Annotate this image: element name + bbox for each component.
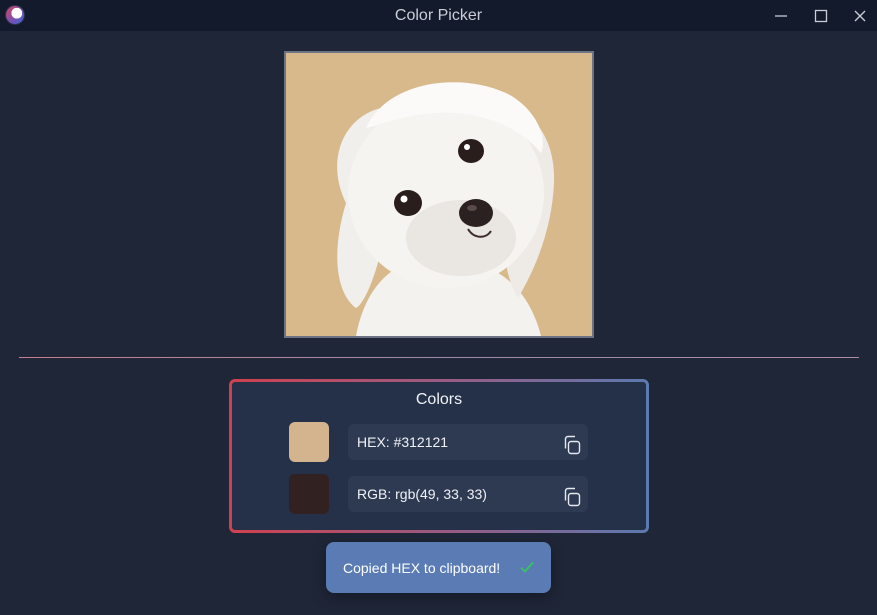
source-image[interactable] — [284, 51, 594, 338]
maximize-button[interactable] — [801, 0, 841, 31]
maximize-icon — [814, 9, 828, 22]
minimize-icon — [775, 14, 787, 17]
colors-panel: Colors HEX: #312121 RGB: rgb(49, 33, 33) — [229, 379, 649, 533]
colors-panel-title: Colors — [415, 391, 463, 408]
secondary-color-swatch[interactable] — [289, 474, 329, 514]
copy-icon — [564, 487, 581, 507]
hex-value-label: HEX: #312121 — [357, 434, 449, 450]
window-title: Color Picker — [394, 7, 483, 24]
minimize-button[interactable] — [761, 0, 801, 31]
close-button[interactable] — [840, 0, 877, 31]
title-bar: Color Picker — [0, 0, 877, 31]
close-icon — [854, 10, 866, 21]
primary-color-swatch[interactable] — [289, 422, 329, 462]
copy-hex-button[interactable] — [562, 432, 582, 455]
rgb-value-field: RGB: rgb(49, 33, 33) — [348, 476, 588, 512]
copy-rgb-button[interactable] — [562, 484, 582, 507]
toast-message: Copied HEX to clipboard! — [343, 559, 501, 576]
hex-value-field: HEX: #312121 — [348, 424, 588, 460]
dog-photo — [286, 53, 592, 336]
copy-icon — [564, 435, 581, 455]
check-icon — [519, 559, 535, 575]
toast-notification: Copied HEX to clipboard! — [326, 542, 551, 593]
rgb-value-label: RGB: rgb(49, 33, 33) — [357, 486, 487, 502]
divider — [19, 357, 859, 358]
